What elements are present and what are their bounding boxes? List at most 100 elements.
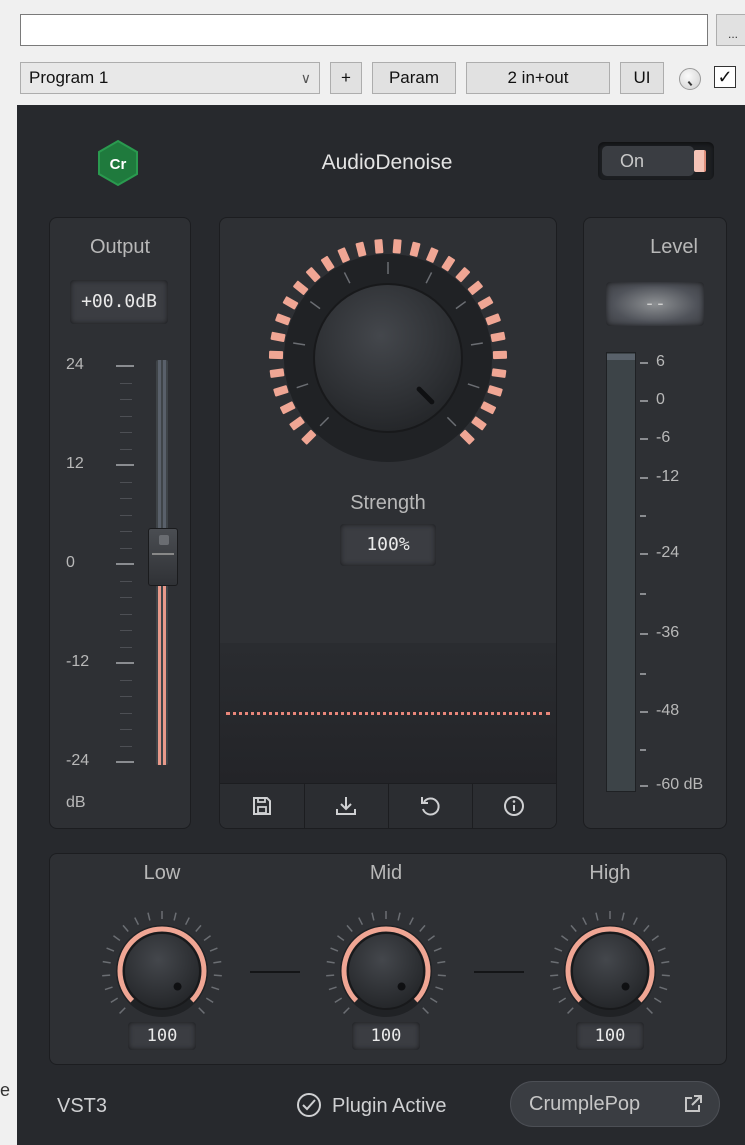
path-input[interactable] bbox=[20, 14, 708, 46]
param-button[interactable]: Param bbox=[372, 62, 456, 94]
knob-level-segment bbox=[409, 241, 421, 257]
strength-knob[interactable] bbox=[220, 218, 556, 518]
plugin-window: Cr AudioDenoise On Output +00.0dB 24 12 0 -… bbox=[17, 105, 745, 1145]
knob-level-segment bbox=[471, 416, 487, 431]
output-scale-minor-tick bbox=[120, 547, 132, 549]
fader-fill bbox=[158, 564, 161, 765]
strength-value-display[interactable]: 100% bbox=[340, 524, 436, 566]
knob-level-segment bbox=[441, 255, 456, 272]
load-button[interactable] bbox=[304, 785, 388, 827]
output-scale-minor-tick bbox=[120, 679, 132, 681]
level-panel: Level -- 6 0 -6 -12 -24 -36 -48 -60 dB bbox=[583, 217, 727, 829]
knob-tick bbox=[567, 1007, 574, 1014]
knob-tick bbox=[437, 960, 446, 964]
level-scale-tick bbox=[640, 785, 648, 787]
level-scale-tick bbox=[640, 362, 648, 364]
browse-button[interactable]: ... bbox=[716, 14, 745, 46]
knob-level-segment bbox=[273, 385, 289, 397]
logo-text: Cr bbox=[110, 156, 127, 173]
plugin-status: Plugin Active bbox=[332, 1095, 447, 1117]
knob-level-segment bbox=[279, 401, 296, 415]
knob-level-segment bbox=[480, 401, 497, 415]
ui-button[interactable]: UI bbox=[620, 62, 664, 94]
knob-tick bbox=[661, 960, 670, 964]
knob-tick bbox=[661, 974, 670, 977]
knob-level-segment bbox=[374, 239, 384, 254]
knob-tick bbox=[550, 960, 559, 964]
band-value-high[interactable]: 100 bbox=[576, 1022, 644, 1050]
save-button[interactable] bbox=[220, 785, 304, 827]
knob-level-segment bbox=[355, 241, 367, 257]
level-scale-tick bbox=[640, 711, 648, 713]
knob-tick bbox=[195, 924, 202, 932]
add-program-button[interactable]: + bbox=[330, 62, 362, 94]
level-meter bbox=[606, 352, 636, 792]
output-value-display[interactable]: +00.0dB bbox=[70, 280, 168, 324]
knob-tick bbox=[657, 947, 666, 952]
level-scale-minor-tick bbox=[640, 673, 646, 675]
knob-tick bbox=[346, 924, 353, 932]
level-scale-tick bbox=[640, 553, 648, 555]
program-select-value: Program 1 bbox=[29, 68, 109, 87]
knob-indicator bbox=[173, 982, 182, 991]
knob-tick bbox=[558, 997, 567, 1003]
output-scale-label: -12 bbox=[66, 653, 90, 670]
knob-tick bbox=[211, 986, 220, 991]
knob-tick bbox=[173, 912, 177, 921]
band-knob-mid[interactable] bbox=[316, 894, 456, 1024]
program-select[interactable]: Program 1 ∨ bbox=[20, 62, 320, 94]
knob-tick bbox=[343, 1007, 350, 1014]
knob-level-segment bbox=[490, 331, 506, 342]
host-volume-knob[interactable] bbox=[679, 68, 701, 90]
knob-tick bbox=[595, 912, 599, 921]
knob-body bbox=[123, 932, 201, 1010]
knob-body bbox=[571, 932, 649, 1010]
knob-level-segment bbox=[293, 280, 309, 295]
knob-tick bbox=[427, 935, 435, 942]
level-scale-minor-tick bbox=[640, 593, 646, 595]
band-knob-low[interactable] bbox=[92, 894, 232, 1024]
level-scale-tick bbox=[640, 477, 648, 479]
output-scale-minor-tick bbox=[120, 646, 132, 648]
level-scale-label: -36 bbox=[656, 624, 680, 641]
power-toggle[interactable]: On bbox=[598, 142, 714, 180]
level-meter-peak bbox=[607, 354, 635, 360]
io-button[interactable]: 2 in+out bbox=[466, 62, 610, 94]
knob-level-segment bbox=[337, 247, 350, 263]
knob-level-segment bbox=[305, 267, 321, 283]
knob-tick bbox=[110, 997, 119, 1003]
knob-level-segment bbox=[269, 368, 285, 378]
knob-tick bbox=[209, 947, 218, 952]
crumplepop-link-button[interactable]: CrumplePop bbox=[510, 1081, 720, 1127]
knob-tick bbox=[337, 935, 345, 942]
knob-tick bbox=[621, 912, 625, 921]
knob-tick bbox=[651, 935, 659, 942]
enable-checkbox[interactable]: ✓ bbox=[714, 66, 736, 88]
knob-tick bbox=[113, 935, 121, 942]
knob-tick bbox=[184, 917, 190, 926]
knob-tick bbox=[102, 974, 111, 977]
knob-body bbox=[313, 283, 463, 433]
info-button[interactable] bbox=[472, 785, 556, 827]
knob-tick bbox=[570, 924, 577, 932]
output-scale-label: 24 bbox=[66, 356, 84, 373]
knob-tick bbox=[213, 960, 222, 964]
output-scale-minor-tick bbox=[120, 712, 132, 714]
knob-tick bbox=[328, 986, 337, 991]
knob-tick bbox=[429, 997, 438, 1003]
output-fader-handle[interactable] bbox=[148, 528, 178, 586]
reset-button[interactable] bbox=[388, 785, 472, 827]
knob-tick bbox=[437, 974, 446, 977]
external-link-icon bbox=[685, 1095, 702, 1112]
knob-tick bbox=[643, 924, 650, 932]
output-scale-tick bbox=[116, 662, 134, 664]
band-knob-high[interactable] bbox=[540, 894, 680, 1024]
knob-level-segment bbox=[289, 416, 305, 431]
knob-tick bbox=[330, 947, 339, 952]
plugin-title: AudioDenoise bbox=[321, 151, 453, 174]
knob-tick bbox=[358, 917, 364, 926]
knob-level-segment bbox=[491, 368, 507, 378]
band-value-mid[interactable]: 100 bbox=[352, 1022, 420, 1050]
band-label-high: High bbox=[589, 862, 631, 884]
band-value-low[interactable]: 100 bbox=[128, 1022, 196, 1050]
